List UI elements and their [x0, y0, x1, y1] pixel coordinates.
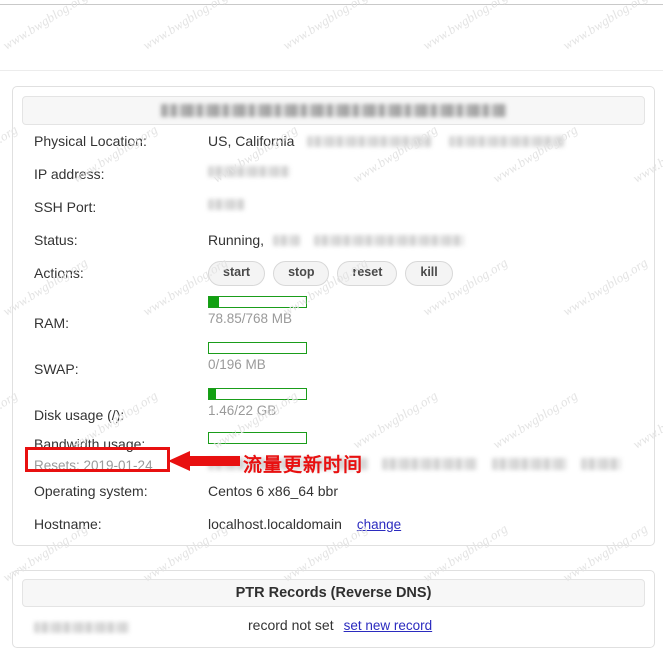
top-divider: [0, 4, 663, 5]
label-actions: Actions:: [34, 265, 84, 281]
disk-meter-fill: [209, 389, 216, 399]
status-text: Running,: [208, 232, 265, 248]
vps-heading-redacted-text: [161, 104, 506, 117]
value-operating-system: Centos 6 x86_64 bbr: [208, 483, 338, 499]
ptr-ip-redacted: [34, 619, 129, 637]
value-physical-location: US, California: [208, 133, 565, 149]
physical-location-redacted: [307, 135, 433, 147]
ptr-record-status-group: record not set set new record: [248, 617, 432, 633]
value-actions: start stop reset kill: [208, 261, 461, 286]
ptr-panel-title: PTR Records (Reverse DNS): [235, 585, 432, 601]
annotation-label: 流量更新时间: [243, 454, 364, 476]
ip-address-redacted: [208, 166, 290, 177]
swap-meter-group: 0/196 MB: [208, 342, 307, 372]
ram-meter: [208, 296, 307, 308]
row-disk-usage: Disk usage (/): 1.46/22 GB: [13, 388, 654, 435]
ptr-record-row: record not set set new record: [13, 617, 654, 652]
row-swap: SWAP: 0/196 MB: [13, 342, 654, 389]
bandwidth-redacted-2: [382, 457, 478, 470]
status-redacted: [273, 234, 301, 246]
ptr-panel-heading: PTR Records (Reverse DNS): [22, 579, 645, 607]
label-status: Status:: [34, 232, 78, 248]
label-ssh-port: SSH Port:: [34, 199, 97, 215]
row-hostname: Hostname: localhost.localdomain change: [13, 516, 654, 549]
vps-panel-heading: [22, 96, 645, 125]
label-ip-address: IP address:: [34, 166, 105, 182]
annotation-highlight-box: [25, 447, 170, 472]
set-new-record-link[interactable]: set new record: [344, 618, 433, 633]
kill-button[interactable]: kill: [405, 261, 453, 286]
label-disk-usage: Disk usage (/):: [34, 407, 125, 423]
label-hostname: Hostname:: [34, 516, 102, 532]
ptr-record-status: record not set: [248, 617, 334, 633]
row-operating-system: Operating system: Centos 6 x86_64 bbr: [13, 483, 654, 516]
ptr-ip-redacted-block: [34, 622, 129, 634]
label-physical-location: Physical Location:: [34, 133, 147, 149]
physical-location-text: US, California: [208, 133, 295, 149]
ram-meter-group: 78.85/768 MB: [208, 296, 307, 326]
annotation-arrow-icon: [168, 451, 240, 471]
disk-meter: [208, 388, 307, 400]
row-ssh-port: SSH Port:: [13, 199, 654, 232]
status-redacted-2: [314, 234, 465, 246]
reset-button[interactable]: reset: [337, 261, 398, 286]
hostname-change-link[interactable]: change: [357, 517, 401, 532]
watermark-text: www.bwgblog.org: [280, 0, 371, 53]
stop-button[interactable]: stop: [273, 261, 330, 286]
watermark-text: www.bwgblog.org: [420, 0, 511, 53]
watermark-text: www.bwgblog.org: [0, 0, 91, 53]
watermark-text: www.bwgblog.org: [560, 0, 651, 53]
bandwidth-meter-group: [208, 432, 307, 444]
start-button[interactable]: start: [208, 261, 266, 286]
disk-meter-group: 1.46/22 GB: [208, 388, 307, 418]
row-actions: Actions: start stop reset kill: [13, 261, 654, 298]
ram-usage-text: 78.85/768 MB: [208, 311, 293, 326]
bandwidth-redacted-3: [491, 457, 567, 470]
vps-info-panel: Physical Location: US, California IP add…: [12, 86, 655, 546]
value-status: Running,: [208, 232, 465, 248]
ram-meter-fill: [209, 297, 219, 307]
value-ip-address: [208, 166, 290, 177]
swap-usage-text: 0/196 MB: [208, 357, 266, 372]
row-ip-address: IP address:: [13, 166, 654, 199]
label-ram: RAM:: [34, 315, 69, 331]
bandwidth-meter: [208, 432, 307, 444]
label-operating-system: Operating system:: [34, 483, 148, 499]
ssh-port-redacted: [208, 199, 245, 210]
label-swap: SWAP:: [34, 361, 79, 377]
row-physical-location: Physical Location: US, California: [13, 133, 654, 166]
value-hostname: localhost.localdomain change: [208, 516, 401, 532]
value-ssh-port: [208, 199, 245, 210]
swap-meter: [208, 342, 307, 354]
disk-usage-text: 1.46/22 GB: [208, 403, 277, 418]
bandwidth-redacted-4: [581, 457, 622, 470]
row-ram: RAM: 78.85/768 MB: [13, 296, 654, 343]
ptr-records-panel: PTR Records (Reverse DNS) record not set…: [12, 570, 655, 648]
hostname-text: localhost.localdomain: [208, 516, 342, 532]
physical-location-redacted-2: [449, 135, 565, 147]
content-divider: [0, 70, 663, 71]
watermark-text: www.bwgblog.org: [140, 0, 231, 53]
